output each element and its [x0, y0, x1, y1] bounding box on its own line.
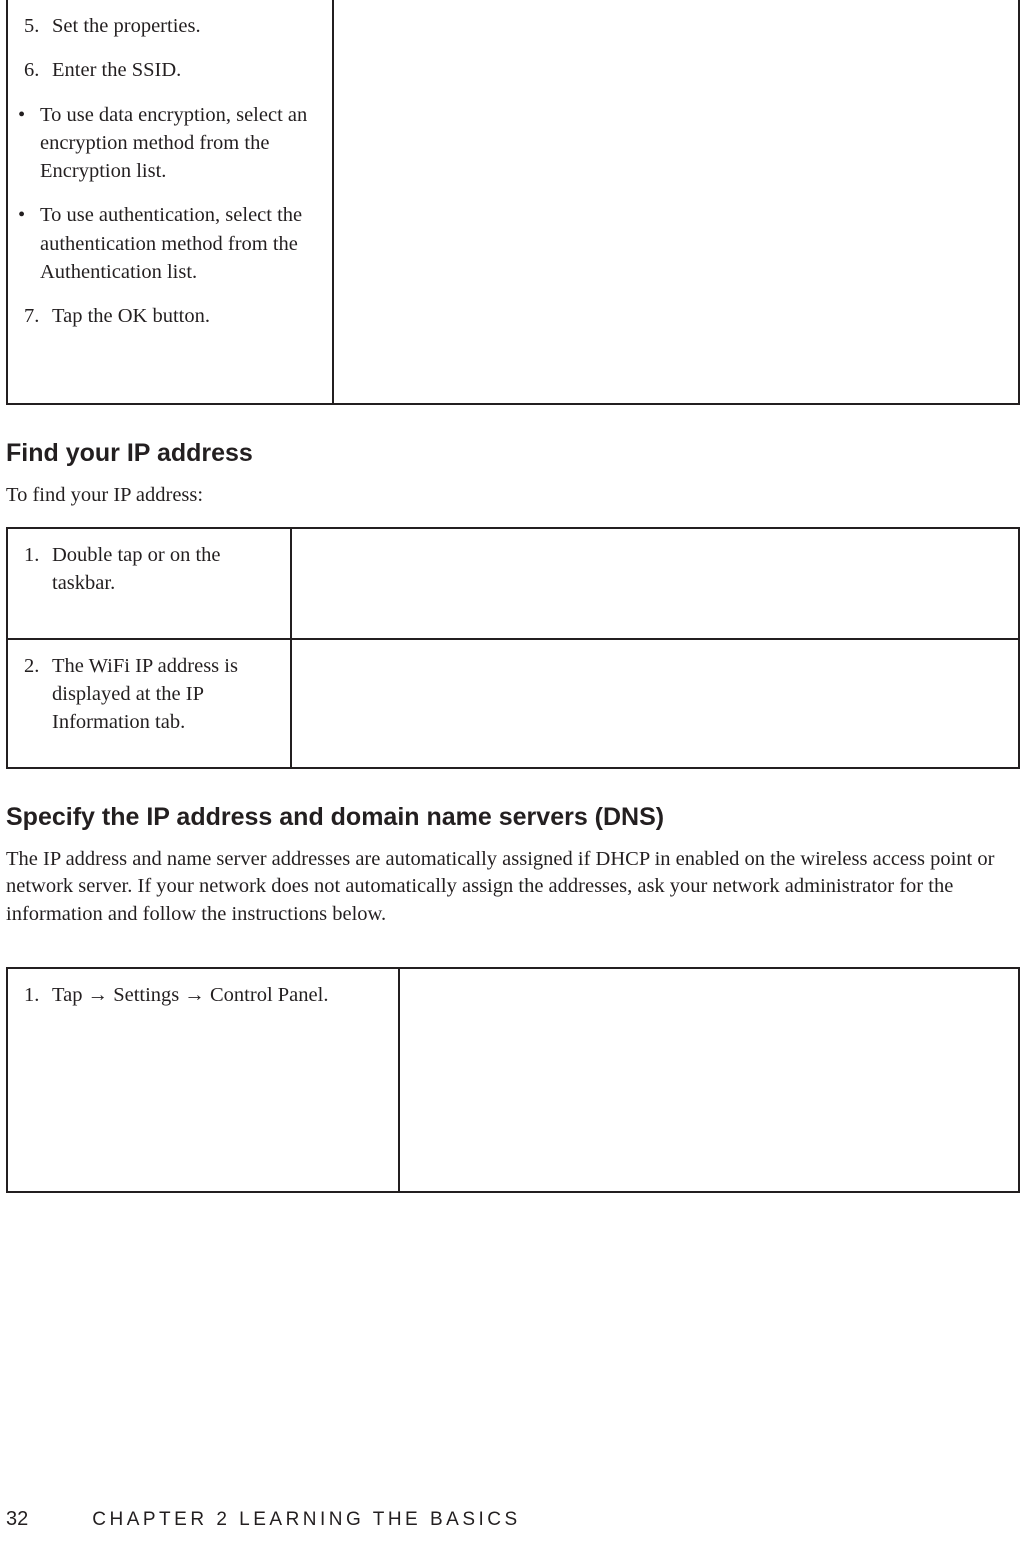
steps-cell-right	[333, 0, 1019, 404]
find-ip-cell-2-left: 2. The WiFi IP address is displayed at t…	[7, 639, 291, 768]
find-ip-cell-1-left: 1. Double tap or on the taskbar.	[7, 528, 291, 639]
specify-ip-cell-left: 1. Tap → Settings → Control Panel.	[7, 968, 399, 1192]
list-item: 1. Double tap or on the taskbar.	[24, 541, 276, 598]
heading-specify-ip-dns: Specify the IP address and domain name s…	[6, 803, 1024, 832]
specify-ip-table: 1. Tap → Settings → Control Panel.	[6, 967, 1020, 1193]
list-item: 6. Enter the SSID.	[24, 56, 318, 84]
specify-ip-cell-right	[399, 968, 1019, 1192]
list-item: 7. Tap the OK button.	[24, 302, 318, 330]
list-item: 5. Set the properties.	[24, 12, 318, 40]
steps-table-continued: 5. Set the properties. 6. Enter the SSID…	[6, 0, 1020, 405]
list-item: • To use authentication, select the auth…	[18, 201, 318, 286]
find-ip-cell-1-right	[291, 528, 1019, 639]
list-item: 2. The WiFi IP address is displayed at t…	[24, 652, 276, 737]
list-item: • To use data encryption, select an encr…	[18, 101, 318, 186]
steps-cell-left: 5. Set the properties. 6. Enter the SSID…	[7, 0, 333, 404]
page-number: 32	[6, 1508, 28, 1531]
list-item: 1. Tap → Settings → Control Panel.	[24, 981, 384, 1009]
find-ip-cell-2-right	[291, 639, 1019, 768]
intro-specify-ip-dns: The IP address and name server addresses…	[6, 846, 1024, 929]
find-ip-table: 1. Double tap or on the taskbar. 2. The …	[6, 527, 1020, 768]
chapter-title: CHAPTER 2 LEARNING THE BASICS	[92, 1509, 520, 1531]
heading-find-ip: Find your IP address	[6, 439, 1024, 468]
intro-find-ip: To find your IP address:	[6, 482, 1024, 510]
page-footer: 32 CHAPTER 2 LEARNING THE BASICS	[6, 1508, 1024, 1531]
